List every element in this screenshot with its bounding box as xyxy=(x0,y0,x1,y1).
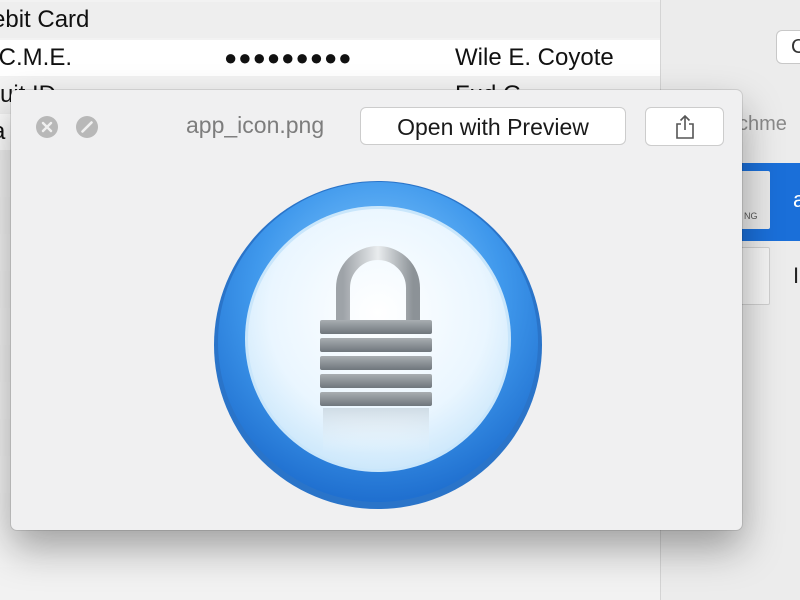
row-name: ebit Card xyxy=(0,6,90,33)
file-type-badge: NG xyxy=(744,211,758,221)
padlock-app-icon xyxy=(214,181,542,509)
list-row[interactable]: .C.M.E. ●●●●●●●●● Wile E. Coyote xyxy=(0,40,660,76)
document-file-icon xyxy=(740,247,770,305)
png-file-icon: NG xyxy=(740,171,770,229)
attachments-label: chme xyxy=(738,113,787,135)
attachment-item-label: I xyxy=(793,263,800,288)
share-icon xyxy=(676,114,694,139)
close-icon[interactable] xyxy=(36,116,58,138)
attachment-item-label: a xyxy=(793,187,800,212)
side-panel-button[interactable]: C xyxy=(776,30,800,64)
row-name: a xyxy=(0,114,5,150)
list-row[interactable]: ebit Card xyxy=(0,2,660,38)
quick-look-window: app_icon.png Open with Preview xyxy=(11,90,742,530)
share-button[interactable] xyxy=(645,107,724,146)
row-password-mask: ●●●●●●●●● xyxy=(224,45,353,70)
fullscreen-icon[interactable] xyxy=(76,116,98,138)
list-stripe xyxy=(0,530,660,567)
file-title: app_icon.png xyxy=(186,112,325,138)
row-name: .C.M.E. xyxy=(0,44,73,71)
row-owner: Wile E. Coyote xyxy=(455,44,614,71)
open-with-preview-button[interactable]: Open with Preview xyxy=(360,107,626,145)
